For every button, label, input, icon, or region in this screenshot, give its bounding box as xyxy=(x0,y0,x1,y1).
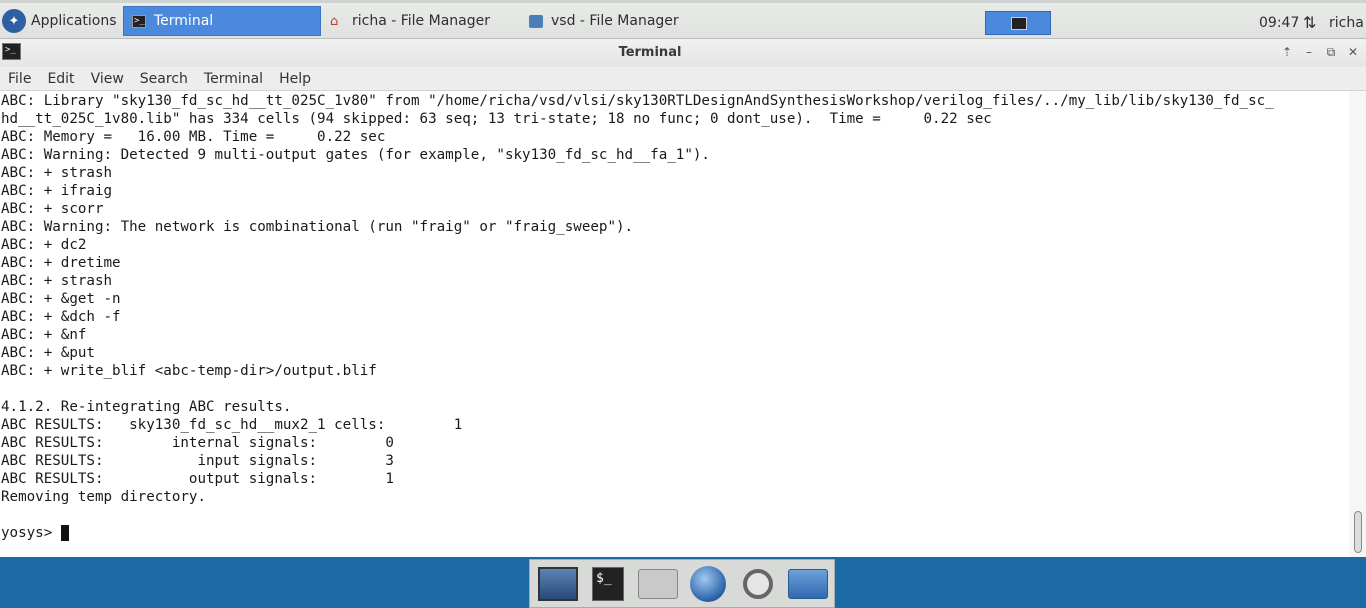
terminal-line: Removing temp directory. xyxy=(1,489,206,505)
home-folder-icon xyxy=(638,568,678,599)
home-folder-icon: ⌂ xyxy=(330,13,339,29)
web-browser-icon xyxy=(690,565,726,602)
applications-label: Applications xyxy=(31,13,117,29)
terminal-line: ABC: + ifraig xyxy=(1,183,113,199)
folder-icon xyxy=(529,14,543,28)
applications-menu[interactable]: ✦ Applications xyxy=(2,7,117,35)
scrollbar-thumb[interactable] xyxy=(1354,511,1362,553)
terminal-window: >_ Terminal ⇡ – ⧉ ✕ File Edit View Searc… xyxy=(0,39,1366,557)
top-panel: ✦ Applications >_ Terminal ⌂ richa - Fil… xyxy=(0,0,1366,39)
dock-desktop-button[interactable] xyxy=(536,564,580,604)
close-button-icon[interactable]: ✕ xyxy=(1344,44,1362,60)
network-icon[interactable]: ⇅ xyxy=(1303,13,1316,32)
taskbar-item-label: richa - File Manager xyxy=(352,13,490,29)
user-menu[interactable]: richa xyxy=(1329,15,1364,31)
terminal-line: 4.1.2. Re-integrating ABC results. xyxy=(1,399,292,415)
shade-button-icon[interactable]: ⇡ xyxy=(1278,44,1296,60)
terminal-line: ABC: + strash xyxy=(1,165,113,181)
menu-edit[interactable]: Edit xyxy=(39,71,82,87)
terminal-line: ABC: Library "sky130_fd_sc_hd__tt_025C_1… xyxy=(1,93,1274,109)
taskbar-item-label: Terminal xyxy=(154,13,214,29)
terminal-line: hd__tt_025C_1v80.lib" has 334 cells (94 … xyxy=(1,111,992,127)
terminal-line: ABC: + strash xyxy=(1,273,113,289)
terminal-line: ABC RESULTS: input signals: 3 xyxy=(1,453,394,469)
minimize-button-icon[interactable]: – xyxy=(1300,44,1318,60)
files-icon xyxy=(788,568,828,599)
clock[interactable]: 09:47 xyxy=(1259,15,1299,31)
terminal-scrollbar[interactable] xyxy=(1349,91,1366,557)
text-cursor xyxy=(60,525,69,541)
maximize-button-icon[interactable]: ⧉ xyxy=(1322,44,1340,60)
bottom-dock: $_ xyxy=(529,559,835,608)
search-icon xyxy=(743,568,773,599)
dock-browser-button[interactable] xyxy=(686,564,730,604)
window-title: Terminal xyxy=(618,45,682,60)
terminal-line: ABC RESULTS: sky130_fd_sc_hd__mux2_1 cel… xyxy=(1,417,463,433)
xfce-logo-icon: ✦ xyxy=(2,9,26,33)
terminal-line: ABC: Warning: Detected 9 multi-output ga… xyxy=(1,147,710,163)
prompt-line[interactable]: yosys> xyxy=(1,524,1349,542)
desktop-icon xyxy=(538,566,578,601)
terminal-line: ABC: + &put xyxy=(1,345,95,361)
terminal-line: ABC: Memory = 16.00 MB. Time = 0.22 sec xyxy=(1,129,386,145)
terminal-line: ABC RESULTS: internal signals: 0 xyxy=(1,435,394,451)
terminal-line: ABC: + write_blif <abc-temp-dir>/output.… xyxy=(1,363,377,379)
terminal-line: ABC: + &dch -f xyxy=(1,309,121,325)
terminal-icon: $_ xyxy=(592,566,624,601)
dock-files-button[interactable] xyxy=(786,564,830,604)
terminal-line: ABC: + &get -n xyxy=(1,291,121,307)
menu-help[interactable]: Help xyxy=(271,71,319,87)
workspace-switcher[interactable] xyxy=(985,11,1051,35)
dock-search-button[interactable] xyxy=(736,564,780,604)
menu-view[interactable]: View xyxy=(83,71,132,87)
terminal-line: ABC: + scorr xyxy=(1,201,104,217)
taskbar-item-vsd-file-manager[interactable]: vsd - File Manager xyxy=(521,6,719,36)
taskbar-item-label: vsd - File Manager xyxy=(551,13,679,29)
terminal-line: ABC: + dc2 xyxy=(1,237,87,253)
menu-terminal[interactable]: Terminal xyxy=(196,71,271,87)
menu-search[interactable]: Search xyxy=(132,71,196,87)
terminal-line: ABC RESULTS: output signals: 1 xyxy=(1,471,394,487)
menubar: File Edit View Search Terminal Help xyxy=(0,67,1366,91)
workspace-window-thumbnail xyxy=(1011,17,1027,30)
shell-prompt: yosys> xyxy=(1,525,61,541)
terminal-line: ABC: + dretime xyxy=(1,255,121,271)
taskbar-item-terminal[interactable]: >_ Terminal xyxy=(123,6,321,36)
taskbar-item-richa-file-manager[interactable]: ⌂ richa - File Manager xyxy=(322,6,520,36)
terminal-output[interactable]: ABC: Library "sky130_fd_sc_hd__tt_025C_1… xyxy=(0,91,1349,557)
window-titlebar[interactable]: >_ Terminal ⇡ – ⧉ ✕ xyxy=(0,39,1366,67)
menu-file[interactable]: File xyxy=(0,71,39,87)
dock-home-button[interactable] xyxy=(636,564,680,604)
terminal-line: ABC: + &nf xyxy=(1,327,87,343)
terminal-icon: >_ xyxy=(132,14,146,28)
dock-terminal-button[interactable]: $_ xyxy=(586,564,630,604)
terminal-line: ABC: Warning: The network is combination… xyxy=(1,219,634,235)
